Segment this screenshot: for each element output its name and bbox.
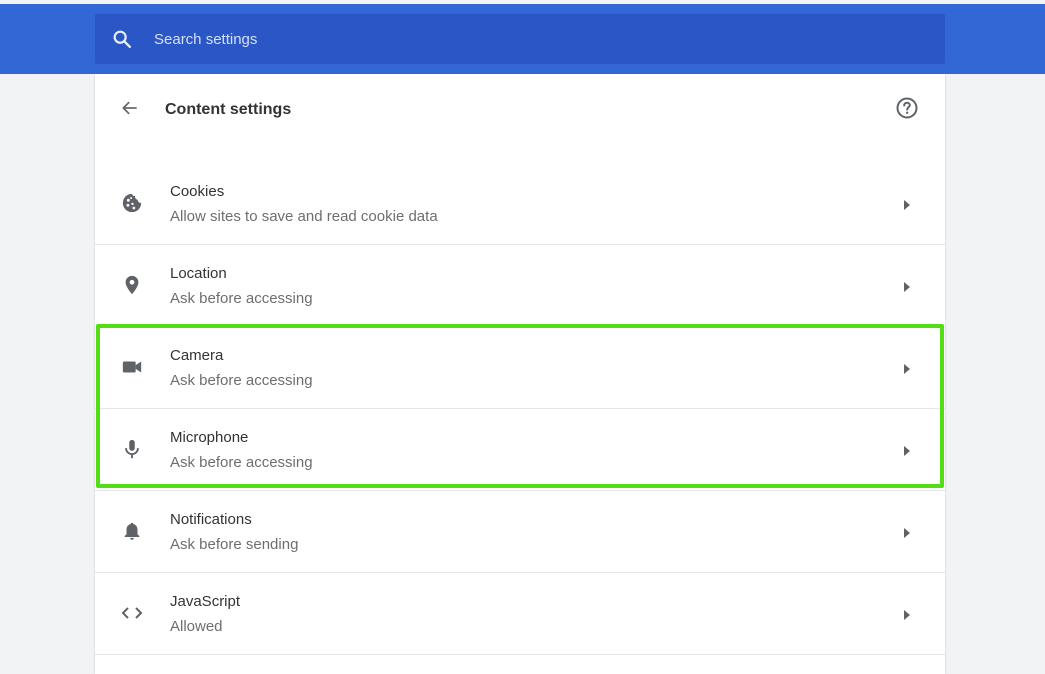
chevron-right-icon bbox=[902, 608, 912, 620]
camera-icon bbox=[120, 355, 144, 379]
search-input[interactable] bbox=[152, 29, 856, 49]
location-subtitle: Ask before accessing bbox=[170, 290, 313, 307]
location-row[interactable]: Location Ask before accessing bbox=[95, 245, 945, 327]
camera-subtitle: Ask before accessing bbox=[170, 372, 313, 389]
cookie-icon bbox=[120, 191, 144, 215]
code-icon bbox=[120, 601, 144, 625]
microphone-subtitle: Ask before accessing bbox=[170, 454, 313, 471]
settings-list: Cookies Allow sites to save and read coo… bbox=[95, 163, 945, 655]
javascript-subtitle: Allowed bbox=[170, 618, 223, 635]
cookies-title: Cookies bbox=[170, 183, 225, 200]
location-title: Location bbox=[170, 265, 227, 282]
notifications-row[interactable]: Notifications Ask before sending bbox=[95, 491, 945, 573]
microphone-title: Microphone bbox=[170, 429, 249, 446]
help-icon bbox=[895, 96, 919, 125]
camera-row[interactable]: Camera Ask before accessing bbox=[95, 327, 945, 409]
microphone-icon bbox=[120, 437, 144, 461]
microphone-row[interactable]: Microphone Ask before accessing bbox=[95, 409, 945, 491]
chevron-right-icon bbox=[902, 362, 912, 374]
notifications-subtitle: Ask before sending bbox=[170, 536, 299, 553]
page-title: Content settings bbox=[165, 101, 292, 118]
bell-icon bbox=[120, 519, 144, 543]
javascript-title: JavaScript bbox=[170, 593, 241, 610]
chevron-right-icon bbox=[902, 444, 912, 456]
content-settings-card: Content settings Cookies Allow sites to … bbox=[95, 74, 945, 674]
location-pin-icon bbox=[120, 273, 144, 297]
chevron-right-icon bbox=[902, 526, 912, 538]
javascript-row[interactable]: JavaScript Allowed bbox=[95, 573, 945, 655]
back-button[interactable] bbox=[118, 98, 142, 122]
search-bar[interactable] bbox=[95, 14, 945, 64]
camera-title: Camera bbox=[170, 347, 224, 364]
page-header: Content settings bbox=[95, 74, 945, 163]
cookies-subtitle: Allow sites to save and read cookie data bbox=[170, 208, 438, 225]
chevron-right-icon bbox=[902, 280, 912, 292]
chevron-right-icon bbox=[902, 198, 912, 210]
cookies-row[interactable]: Cookies Allow sites to save and read coo… bbox=[95, 163, 945, 245]
search-icon bbox=[110, 27, 134, 51]
notifications-title: Notifications bbox=[170, 511, 252, 528]
arrow-back-icon bbox=[120, 98, 140, 123]
help-button[interactable] bbox=[895, 96, 919, 125]
